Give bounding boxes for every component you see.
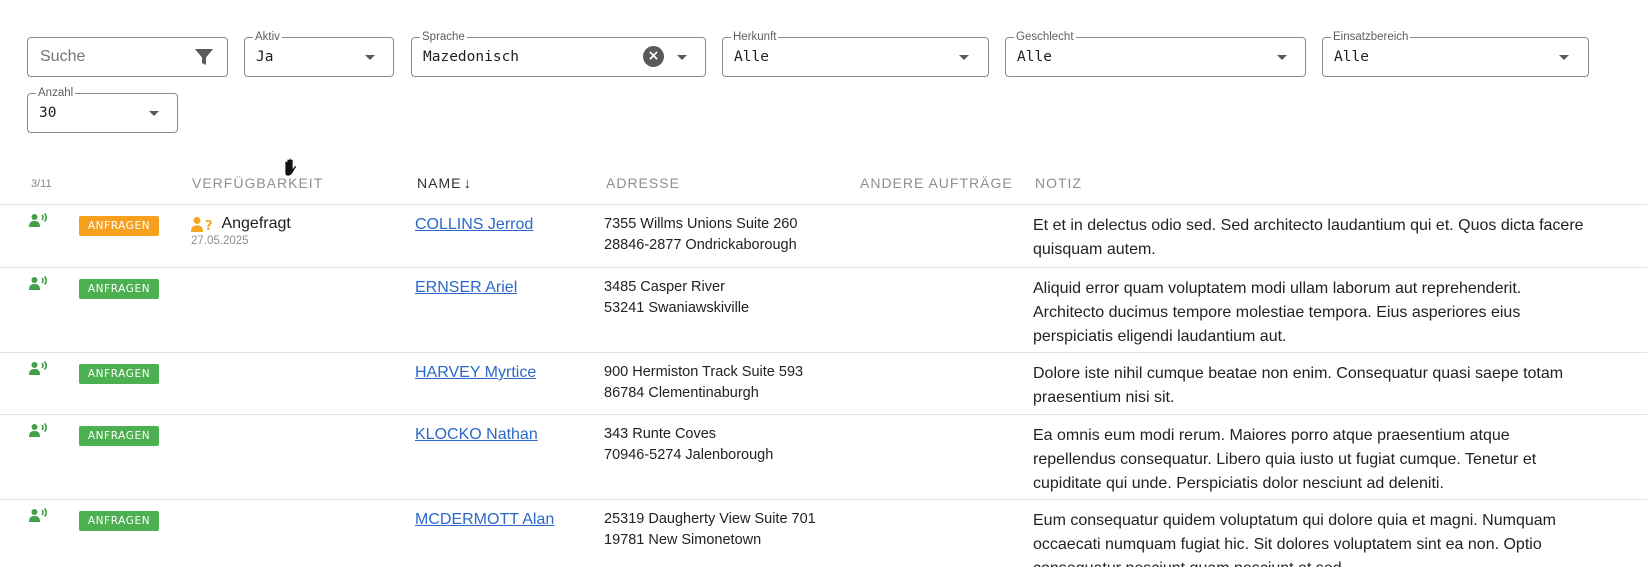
speaking-person-icon[interactable] (29, 213, 49, 227)
sort-arrow-down-icon: ↓ (463, 175, 472, 192)
name-link[interactable]: HARVEY Myrtice (415, 364, 536, 382)
filter-icon[interactable] (194, 47, 214, 67)
request-button[interactable]: ANFRAGEN (79, 511, 159, 531)
note-line: quisquam autem. (1033, 241, 1156, 258)
address-cell: 343 Runte Coves 70946-5274 Jalenborough (604, 424, 773, 466)
aktiv-select[interactable]: Aktiv Ja (244, 30, 394, 77)
address-line: 86784 Clementinaburgh (604, 385, 759, 401)
note-line: Et et in delectus odio sed. Sed architec… (1033, 217, 1584, 234)
speaking-person-icon[interactable] (29, 276, 49, 290)
note-line: perspiciatis eligendi laudantium aut. (1033, 328, 1287, 345)
speaking-person-icon[interactable] (29, 423, 49, 437)
anzahl-value: 30 (39, 105, 57, 121)
address-cell: 3485 Casper River 53241 Swaniawskiville (604, 277, 749, 319)
table-row: ANFRAGEN ERNSER Ariel 3485 Casper River … (0, 268, 1647, 352)
aktiv-value: Ja (256, 49, 274, 65)
einsatzbereich-label: Einsatzbereich (1331, 30, 1411, 44)
request-button[interactable]: ANFRAGEN (79, 364, 159, 384)
geschlecht-label: Geschlecht (1014, 30, 1076, 44)
geschlecht-value: Alle (1017, 49, 1052, 65)
note-line: Aliquid error quam voluptatem modi ullam… (1033, 280, 1522, 297)
note-line: cupiditate qui unde. Perspiciatis dolor … (1033, 475, 1444, 492)
search-field[interactable] (27, 37, 228, 77)
request-button[interactable]: ANFRAGEN (79, 279, 159, 299)
address-line: 25319 Daugherty View Suite 701 (604, 511, 816, 527)
note-line: consequatur nesciunt quam nesciunt et se… (1033, 557, 1633, 567)
geschlecht-select[interactable]: Geschlecht Alle (1005, 30, 1306, 77)
address-line: 343 Runte Coves (604, 426, 717, 442)
note-line: Eum consequatur quidem voluptatum qui do… (1033, 512, 1556, 529)
name-link[interactable]: KLOCKO Nathan (415, 426, 538, 444)
request-button[interactable]: ANFRAGEN (79, 216, 159, 236)
sprache-value: Mazedonisch (423, 49, 520, 65)
note-cell: Ea omnis eum modi rerum. Maiores porro a… (1033, 424, 1633, 496)
address-line: 70946-5274 Jalenborough (604, 447, 774, 463)
sprache-select[interactable]: Sprache Mazedonisch × (411, 30, 706, 77)
note-line: repellendus consequatur. Libero quia ius… (1033, 451, 1537, 468)
svg-text:?: ? (205, 219, 213, 232)
address-cell: 7355 Willms Unions Suite 260 28846-2877 … (604, 214, 797, 256)
note-line: occaecati numquam fugiat hic. Sit dolore… (1033, 536, 1542, 553)
chevron-down-icon[interactable] (959, 55, 969, 60)
note-cell: Dolore iste nihil cumque beatae non enim… (1033, 362, 1633, 410)
aktiv-label: Aktiv (253, 30, 282, 44)
note-line: Architecto ducimus tempore molestiae tem… (1033, 304, 1521, 321)
column-header-other-orders[interactable]: ANDERE AUFTRÄGE (860, 175, 1013, 191)
person-question-icon: ? (191, 217, 213, 232)
address-line: 3485 Casper River (604, 279, 725, 295)
speaking-person-icon[interactable] (29, 361, 49, 375)
availability-status: Angefragt (221, 215, 291, 232)
availability-date: 27.05.2025 (191, 235, 249, 248)
note-cell: Aliquid error quam voluptatem modi ullam… (1033, 277, 1633, 349)
herkunft-value: Alle (734, 49, 769, 65)
address-line: 900 Hermiston Track Suite 593 (604, 364, 804, 380)
address-cell: 900 Hermiston Track Suite 593 86784 Clem… (604, 362, 803, 404)
address-line: 28846-2877 Ondrickaborough (604, 237, 797, 253)
name-link[interactable]: COLLINS Jerrod (415, 216, 533, 234)
table-row: ANFRAGEN HARVEY Myrtice 900 Hermiston Tr… (0, 353, 1647, 414)
note-line: Dolore iste nihil cumque beatae non enim… (1033, 365, 1564, 382)
availability-cell: ? Angefragt 27.05.2025 (191, 215, 291, 247)
chevron-down-icon[interactable] (149, 111, 159, 116)
name-link[interactable]: MCDERMOTT Alan (415, 511, 554, 529)
column-header-note[interactable]: NOTIZ (1035, 175, 1082, 191)
anzahl-select[interactable]: Anzahl 30 (27, 86, 178, 133)
chevron-down-icon[interactable] (1277, 55, 1287, 60)
anzahl-label: Anzahl (36, 86, 76, 100)
chevron-down-icon[interactable] (365, 55, 375, 60)
chevron-down-icon[interactable] (677, 55, 687, 60)
speaking-person-icon[interactable] (29, 508, 49, 522)
column-header-name[interactable]: NAME ↓ (417, 175, 472, 192)
chevron-down-icon[interactable] (1559, 55, 1569, 60)
address-line: 7355 Willms Unions Suite 260 (604, 216, 798, 232)
note-cell: Eum consequatur quidem voluptatum qui do… (1033, 509, 1633, 567)
note-cell: Et et in delectus odio sed. Sed architec… (1033, 214, 1633, 262)
address-line: 53241 Swaniawskiville (604, 300, 750, 316)
hand-cursor-icon (284, 157, 297, 177)
note-line: Ea omnis eum modi rerum. Maiores porro a… (1033, 427, 1510, 444)
note-line: praesentium nisi sit. (1033, 389, 1175, 406)
table-row: ANFRAGEN KLOCKO Nathan 343 Runte Coves 7… (0, 415, 1647, 499)
table-row: ANFRAGEN ? Angefragt 27.05.2025 COLLINS … (0, 205, 1647, 267)
herkunft-select[interactable]: Herkunft Alle (722, 30, 989, 77)
result-count: 3/11 (31, 178, 52, 190)
address-line: 19781 New Simonetown (604, 532, 762, 548)
einsatzbereich-value: Alle (1334, 49, 1369, 65)
clear-icon[interactable]: × (643, 46, 664, 67)
column-header-name-label: NAME (417, 175, 462, 191)
address-cell: 25319 Daugherty View Suite 701 19781 New… (604, 509, 816, 551)
einsatzbereich-select[interactable]: Einsatzbereich Alle (1322, 30, 1589, 77)
herkunft-label: Herkunft (731, 30, 779, 44)
column-header-address[interactable]: ADRESSE (606, 175, 680, 191)
name-link[interactable]: ERNSER Ariel (415, 279, 517, 297)
request-button[interactable]: ANFRAGEN (79, 426, 159, 446)
sprache-label: Sprache (420, 30, 467, 44)
column-header-availability[interactable]: VERFÜGBARKEIT (192, 175, 323, 191)
search-input[interactable] (29, 39, 179, 75)
table-row: ANFRAGEN MCDERMOTT Alan 25319 Daugherty … (0, 500, 1647, 567)
